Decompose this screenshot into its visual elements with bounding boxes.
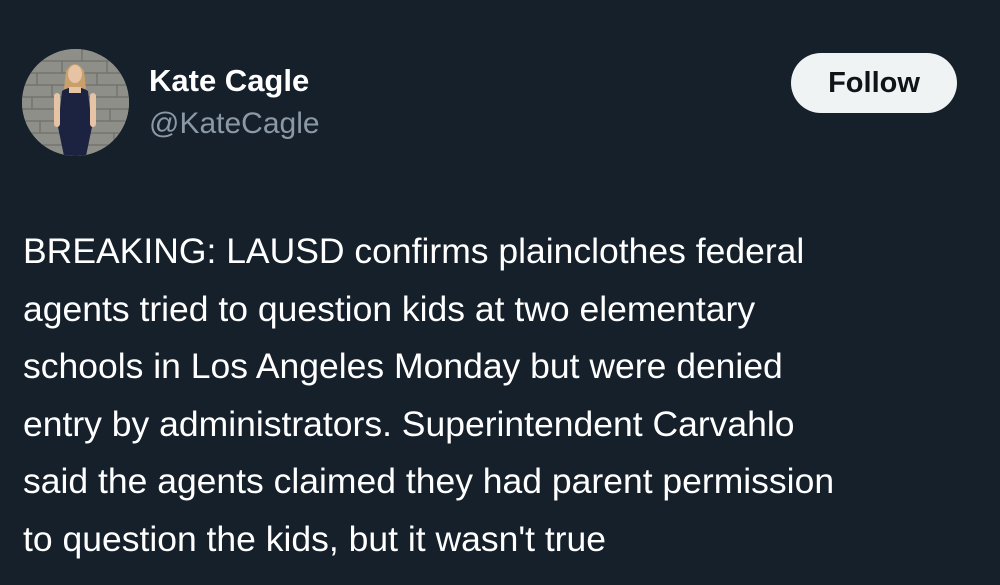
follow-button[interactable]: Follow [791, 53, 957, 113]
tweet-text-line: schools in Los Angeles Monday but were d… [23, 346, 783, 386]
author-info: Kate Cagle @KateCagle [149, 61, 320, 143]
tweet-text-line: to question the kids, but it wasn't true [23, 518, 606, 559]
tweet-text-line: BREAKING: LAUSD confirms plainclothes fe… [23, 231, 805, 271]
author-display-name[interactable]: Kate Cagle [149, 61, 320, 101]
tweet-text-line: entry by administrators. Superintendent … [23, 403, 795, 444]
tweet-card: Kate Cagle @KateCagle Follow BREAKING: L… [0, 0, 1000, 585]
author-handle[interactable]: @KateCagle [149, 105, 320, 143]
tweet-text: BREAKING: LAUSD confirms plainclothes fe… [23, 223, 983, 568]
profile-photo-icon [22, 49, 129, 156]
tweet-text-line: agents tried to question kids at two ele… [23, 288, 756, 329]
avatar[interactable] [22, 49, 129, 156]
tweet-text-line: said the agents claimed they had parent … [23, 461, 835, 501]
